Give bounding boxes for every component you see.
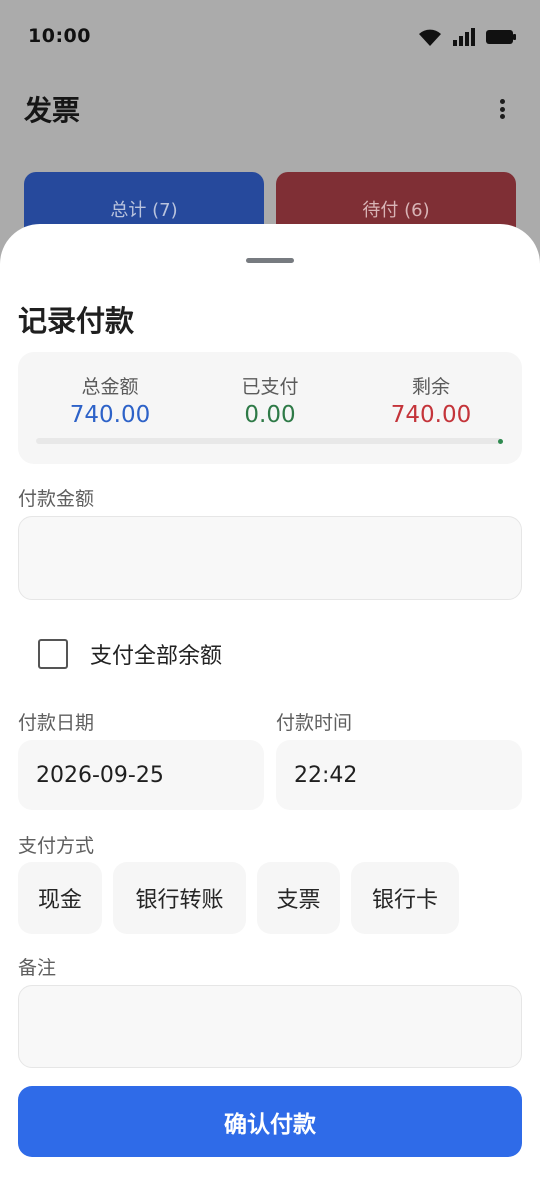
method-chip-cash[interactable]: 现金 bbox=[18, 862, 102, 934]
battery-icon bbox=[486, 30, 516, 44]
page-title: 发票 bbox=[24, 94, 81, 127]
remaining-amount-value: 740.00 bbox=[390, 402, 472, 428]
paid-amount-stat: 已支付 0.00 bbox=[185, 372, 355, 428]
payment-time-label: 付款时间 bbox=[276, 712, 353, 734]
payment-progress-bar bbox=[36, 438, 502, 444]
amount-label: 付款金额 bbox=[18, 488, 95, 510]
note-input[interactable] bbox=[19, 986, 521, 1067]
payment-time-picker[interactable]: 22:42 bbox=[276, 740, 522, 810]
pending-card-label: 待付 (6) bbox=[362, 200, 430, 221]
pay-full-label: 支付全部余额 bbox=[90, 644, 223, 669]
paid-amount-label: 已支付 bbox=[241, 376, 299, 398]
signal-icon bbox=[453, 28, 475, 46]
total-amount-value: 740.00 bbox=[69, 402, 151, 428]
total-amount-label: 总金额 bbox=[81, 376, 139, 398]
payment-date-picker[interactable]: 2026-09-25 bbox=[18, 740, 264, 810]
record-payment-sheet: 记录付款 总金额 740.00 已支付 0.00 剩余 740.00 付款金额 … bbox=[0, 224, 540, 1181]
amount-field-box bbox=[18, 516, 522, 600]
method-chip-bank-transfer[interactable]: 银行转账 bbox=[113, 862, 246, 934]
payment-date-label: 付款日期 bbox=[18, 712, 95, 734]
more-vert-icon[interactable] bbox=[490, 95, 514, 123]
confirm-payment-button[interactable]: 确认付款 bbox=[18, 1086, 522, 1157]
remaining-amount-stat: 剩余 740.00 bbox=[346, 372, 516, 428]
status-icons bbox=[418, 27, 516, 47]
payment-method-label: 支付方式 bbox=[18, 835, 95, 857]
amount-input[interactable] bbox=[19, 517, 521, 599]
remaining-amount-label: 剩余 bbox=[411, 376, 450, 398]
paid-amount-value: 0.00 bbox=[244, 402, 296, 428]
note-label: 备注 bbox=[18, 957, 57, 979]
method-chip-bank-card[interactable]: 银行卡 bbox=[351, 862, 459, 934]
status-bar: 10:00 bbox=[0, 0, 540, 72]
wifi-icon bbox=[419, 29, 441, 46]
total-amount-stat: 总金额 740.00 bbox=[25, 372, 195, 428]
payment-summary: 总金额 740.00 已支付 0.00 剩余 740.00 bbox=[18, 352, 522, 464]
note-field-box bbox=[18, 985, 522, 1068]
sheet-title: 记录付款 bbox=[18, 304, 135, 338]
total-card-label: 总计 (7) bbox=[110, 200, 178, 221]
pay-full-row[interactable]: 支付全部余额 bbox=[38, 638, 222, 670]
drag-handle[interactable] bbox=[246, 258, 294, 263]
method-chip-check[interactable]: 支票 bbox=[257, 862, 340, 934]
status-time: 10:00 bbox=[28, 25, 91, 47]
pay-full-checkbox[interactable] bbox=[38, 639, 68, 669]
progress-indicator-dot bbox=[498, 439, 503, 444]
